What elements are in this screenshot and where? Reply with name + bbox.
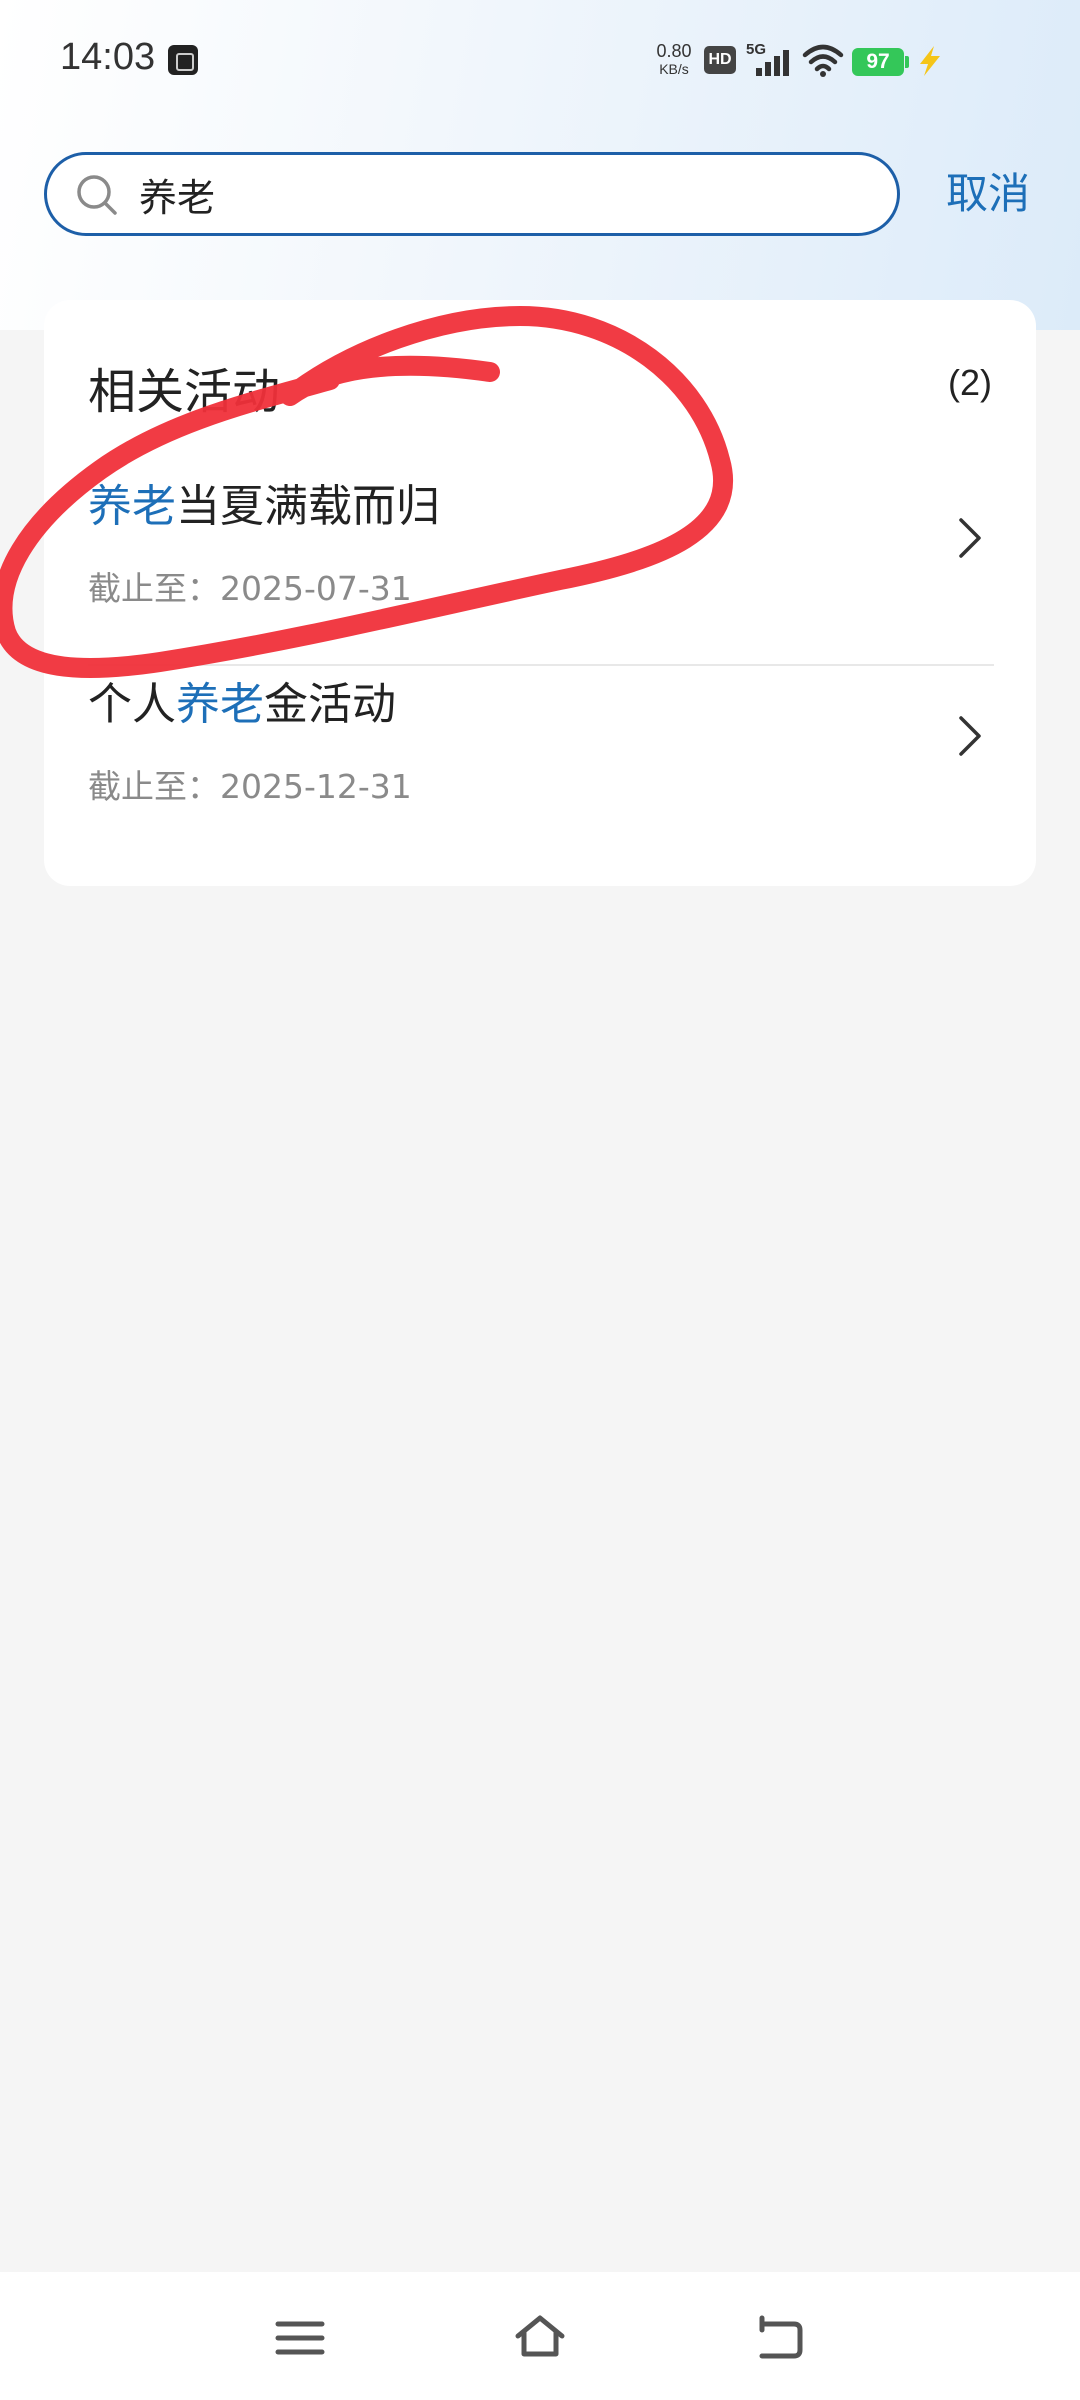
activity-title: 养老当夏满载而归 <box>88 470 440 534</box>
charging-icon <box>920 46 940 76</box>
back-icon[interactable] <box>752 2310 808 2366</box>
status-time: 14:03 <box>60 36 156 78</box>
app-notification-icon <box>168 45 198 75</box>
search-icon <box>77 175 117 215</box>
activity-title-text: 金活动 <box>264 679 396 730</box>
signal-icon: 5G <box>746 41 789 76</box>
highlight-keyword: 养老 <box>176 679 264 730</box>
activity-title-prefix: 个人 <box>88 679 176 730</box>
deadline-date: 2025-12-31 <box>220 767 412 806</box>
section-title: 相关活动 <box>88 364 281 420</box>
cancel-button[interactable]: 取消 <box>946 164 1030 224</box>
menu-icon[interactable] <box>272 2310 328 2366</box>
network-speed-value: 0.80 <box>656 41 692 61</box>
chevron-right-icon <box>959 518 981 558</box>
deadline-label: 截止至： <box>88 767 220 806</box>
activity-item[interactable]: 养老当夏满载而归 截止至：2025-07-31 <box>44 470 1036 660</box>
navigation-bar <box>0 2272 1080 2400</box>
status-bar: 14:03 0.80 KB/s HD 5G 97 <box>0 0 1080 124</box>
activity-deadline: 截止至：2025-07-31 <box>88 562 412 610</box>
activity-deadline: 截止至：2025-12-31 <box>88 760 412 808</box>
activity-title-text: 当夏满载而归 <box>176 481 440 532</box>
result-count: (2) <box>948 362 992 403</box>
activity-item[interactable]: 个人养老金活动 截止至：2025-12-31 <box>44 668 1036 858</box>
divider <box>88 664 994 666</box>
wifi-icon <box>802 44 844 77</box>
activity-title: 个人养老金活动 <box>88 668 396 732</box>
search-input[interactable] <box>139 165 879 223</box>
chevron-right-icon <box>959 716 981 756</box>
hd-icon: HD <box>704 46 736 74</box>
battery-tip <box>905 56 909 68</box>
battery-icon: 97 <box>852 48 904 76</box>
highlight-keyword: 养老 <box>88 481 176 532</box>
network-type-label: 5G <box>746 41 766 58</box>
results-card: 相关活动 (2) 养老当夏满载而归 截止至：2025-07-31 个人养老金活动… <box>44 300 1036 886</box>
deadline-date: 2025-07-31 <box>220 569 412 608</box>
home-icon[interactable] <box>512 2310 568 2366</box>
network-speed-unit: KB/s <box>659 61 689 77</box>
search-box[interactable] <box>44 152 900 236</box>
network-speed: 0.80 KB/s <box>652 42 696 76</box>
deadline-label: 截止至： <box>88 569 220 608</box>
